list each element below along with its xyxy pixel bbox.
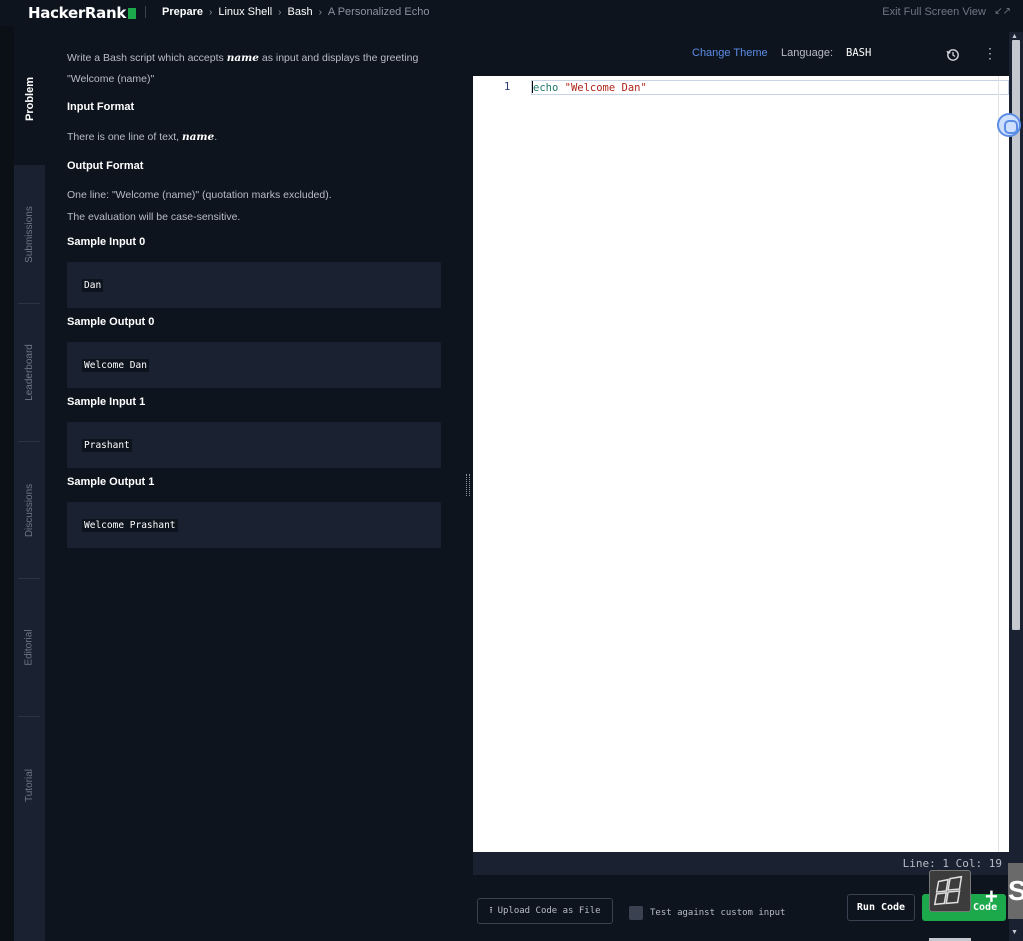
sample-output-1-heading: Sample Output 1 (67, 476, 155, 488)
window-edge (0, 26, 14, 941)
tab-discussions[interactable]: Discussions (14, 442, 45, 578)
exit-fullscreen-link[interactable]: Exit Full Screen View (882, 6, 986, 18)
overlay-badge-icon: S (1008, 863, 1023, 919)
upload-code-label: Upload Code as File (497, 906, 601, 916)
problem-description: Write a Bash script which accepts name a… (67, 52, 419, 64)
sample-input-0-value: Dan (82, 279, 104, 292)
collapse-icon[interactable]: ↙↗ (994, 6, 1011, 17)
input-format-text: There is one line of text, name. (67, 131, 218, 143)
top-bar: HackerRank Prepare › Linux Shell › Bash … (0, 0, 1023, 26)
tab-editorial[interactable]: Editorial (14, 579, 45, 715)
sample-output-1-value: Welcome Prashant (82, 519, 178, 532)
problem-panel: Write a Bash script which accepts name a… (45, 32, 463, 941)
plus-icon: + (985, 884, 998, 909)
variable-name: name (226, 52, 259, 64)
breadcrumb-current: A Personalized Echo (327, 6, 430, 18)
custom-input-label[interactable]: Test against custom input (650, 908, 785, 918)
run-code-button[interactable]: Run Code (847, 894, 915, 921)
output-format-text: One line: "Welcome (name)" (quotation ma… (67, 189, 332, 201)
input-format-heading: Input Format (67, 101, 135, 113)
breadcrumb-bash[interactable]: Bash (288, 6, 313, 18)
code-line-1[interactable]: echo "Welcome Dan" (531, 80, 1009, 95)
tab-submissions[interactable]: Submissions (14, 165, 45, 303)
sample-output-0-value: Welcome Dan (82, 359, 149, 372)
tab-tutorial[interactable]: Tutorial (14, 717, 45, 853)
variable-name: name (181, 131, 215, 143)
header-divider (145, 6, 146, 18)
hackerrank-logo[interactable]: HackerRank (28, 4, 137, 22)
custom-input-checkbox[interactable] (629, 906, 643, 920)
logo-block-icon (128, 8, 137, 19)
sample-output-0-heading: Sample Output 0 (67, 316, 155, 328)
sample-input-1-heading: Sample Input 1 (67, 396, 146, 408)
problem-description-greeting: "Welcome (name)" (67, 73, 155, 85)
sample-output-0-box: Welcome Dan (67, 342, 441, 388)
editor-margin-line (998, 76, 999, 852)
scroll-down-arrow-icon[interactable]: ▼ (1011, 929, 1018, 936)
change-theme-button[interactable]: Change Theme (692, 47, 768, 59)
breadcrumb-linux-shell[interactable]: Linux Shell (218, 6, 272, 18)
sample-output-1-box: Welcome Prashant (67, 502, 441, 548)
sample-input-1-box: Prashant (67, 422, 441, 468)
tab-leaderboard[interactable]: Leaderboard (14, 304, 45, 441)
chevron-right-icon: › (278, 6, 282, 18)
language-select[interactable]: BASH (846, 47, 871, 59)
upload-icon: ⭱ (489, 906, 493, 916)
windows-logo-icon (929, 870, 971, 912)
output-format-note: The evaluation will be case-sensitive. (67, 211, 241, 223)
more-options-icon[interactable]: ⋮ (983, 46, 997, 60)
code-keyword: echo (533, 82, 559, 94)
drag-handle-icon[interactable] (466, 474, 470, 496)
language-label: Language: (781, 47, 833, 59)
tab-problem[interactable]: Problem (14, 32, 45, 165)
chevron-right-icon: › (318, 6, 322, 18)
code-string: "Welcome Dan" (564, 82, 647, 94)
line-number: 1 (504, 81, 511, 93)
upload-code-button[interactable]: ⭱ Upload Code as File (477, 898, 613, 924)
output-format-heading: Output Format (67, 160, 144, 172)
history-icon[interactable] (946, 48, 960, 62)
scroll-up-arrow-icon[interactable]: ▲ (1011, 33, 1018, 40)
sample-input-1-value: Prashant (82, 439, 132, 452)
cursor-position: Line: 1 Col: 19 (902, 857, 1002, 870)
chevron-right-icon: › (208, 6, 213, 18)
problem-tab-rail: Problem Submissions Leaderboard Discussi… (14, 32, 45, 941)
breadcrumb: Prepare › Linux Shell › Bash › A Persona… (162, 6, 429, 18)
sample-input-0-box: Dan (67, 262, 441, 308)
code-editor[interactable]: 1 echo "Welcome Dan" (473, 76, 1009, 852)
assistant-bubble-icon[interactable] (997, 113, 1021, 137)
breadcrumb-prepare[interactable]: Prepare (162, 6, 203, 18)
editor-toolbar: Change Theme Language: BASH ⋮ (473, 32, 1009, 76)
sample-input-0-heading: Sample Input 0 (67, 236, 146, 248)
